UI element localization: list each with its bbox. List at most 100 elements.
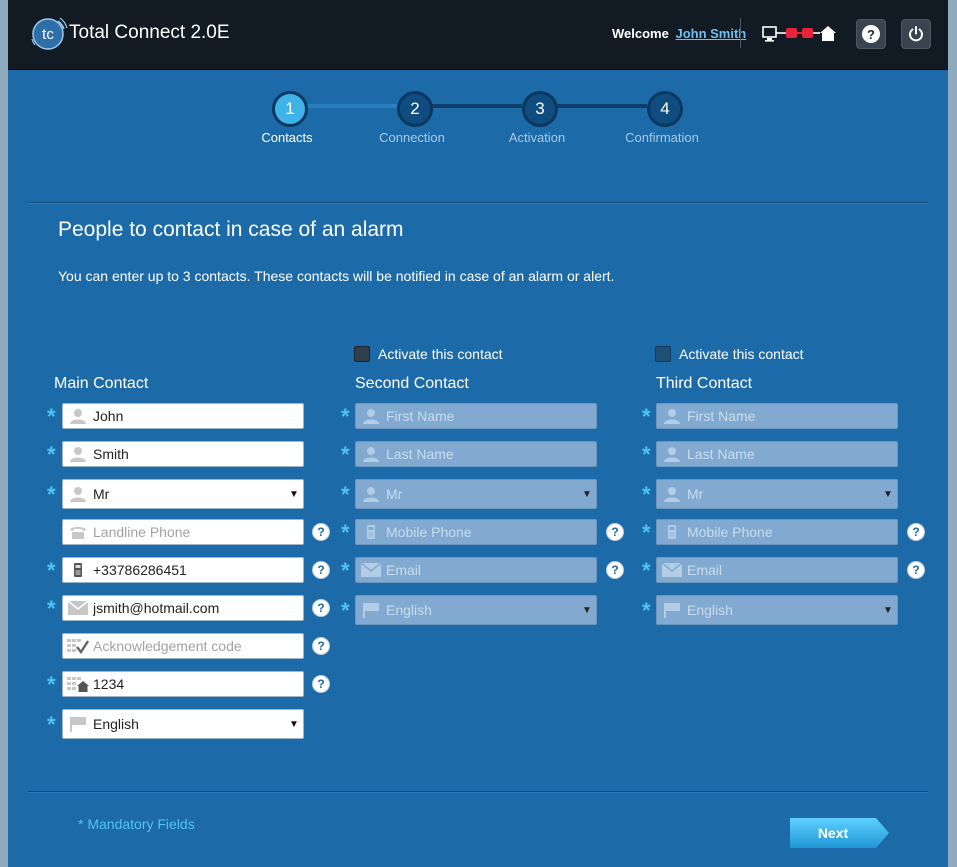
chevron-down-icon: ▼ (582, 604, 592, 616)
step-connector (552, 104, 647, 108)
required-marker: * (341, 442, 350, 467)
page-title: People to contact in case of an alarm (58, 218, 404, 241)
required-marker: * (642, 482, 651, 507)
user-name-link[interactable]: John Smith (675, 26, 746, 41)
email-help-icon[interactable]: ? (312, 599, 330, 617)
second-email-field[interactable]: Email (355, 557, 597, 583)
main-last-name-field[interactable]: Smith (62, 441, 304, 467)
flag-icon (63, 716, 93, 732)
telephone-icon (63, 525, 93, 539)
main-code-field[interactable]: 1234 (62, 671, 304, 697)
required-marker: * (47, 558, 56, 583)
envelope-icon (657, 563, 687, 577)
main-salutation-select[interactable]: Mr ▼ (62, 479, 304, 509)
chevron-down-icon: ▼ (289, 718, 299, 730)
code-help-icon[interactable]: ? (312, 675, 330, 693)
chevron-down-icon: ▼ (289, 488, 299, 500)
second-salutation-value: Mr (386, 486, 403, 502)
step-connector (302, 104, 397, 108)
header-divider (740, 18, 741, 48)
landline-help-icon[interactable]: ? (312, 523, 330, 541)
activate-second-checkbox[interactable] (354, 346, 370, 362)
step-connector (427, 104, 522, 108)
activate-third-contact[interactable]: Activate this contact (655, 346, 804, 362)
required-marker: * (341, 520, 350, 545)
required-marker: * (47, 442, 56, 467)
second-last-name-field[interactable]: Last Name (355, 441, 597, 467)
required-marker: * (47, 672, 56, 697)
person-icon (63, 408, 93, 424)
main-contact-title: Main Contact (54, 375, 149, 392)
step-1-circle: 1 (272, 91, 308, 127)
required-marker: * (642, 404, 651, 429)
main-ack-code-field[interactable]: Acknowledgement code (62, 633, 304, 659)
main-mobile-value: +33786286451 (93, 562, 187, 578)
required-marker: * (341, 482, 350, 507)
third-email-placeholder: Email (687, 562, 723, 578)
required-marker: * (47, 712, 56, 737)
main-landline-field[interactable]: Landline Phone (62, 519, 304, 545)
second-mobile-field[interactable]: Mobile Phone (355, 519, 597, 545)
third-last-name-field[interactable]: Last Name (656, 441, 898, 467)
main-first-name-field[interactable]: John (62, 403, 304, 429)
mobile-phone-icon (356, 525, 386, 539)
main-landline-placeholder: Landline Phone (93, 524, 191, 540)
chevron-down-icon: ▼ (883, 604, 893, 616)
second-email-help-icon[interactable]: ? (606, 561, 624, 579)
second-mobile-help-icon[interactable]: ? (606, 523, 624, 541)
step-2-circle: 2 (397, 91, 433, 127)
third-mobile-field[interactable]: Mobile Phone (656, 519, 898, 545)
person-icon (657, 446, 687, 462)
next-button[interactable]: Next (790, 818, 890, 848)
second-salutation-select[interactable]: Mr ▼ (355, 479, 597, 509)
second-first-name-placeholder: First Name (386, 408, 455, 424)
chevron-down-icon: ▼ (883, 488, 893, 500)
ack-code-help-icon[interactable]: ? (312, 637, 330, 655)
required-marker: * (47, 482, 56, 507)
third-first-name-field[interactable]: First Name (656, 403, 898, 429)
third-email-help-icon[interactable]: ? (907, 561, 925, 579)
keypad-home-icon (63, 676, 93, 692)
mandatory-fields-note: * Mandatory Fields (78, 816, 195, 832)
help-button[interactable]: ? (856, 19, 886, 49)
envelope-icon (63, 601, 93, 615)
third-contact-title: Third Contact (656, 375, 753, 392)
third-language-select[interactable]: English ▼ (656, 595, 898, 625)
third-mobile-help-icon[interactable]: ? (907, 523, 925, 541)
activate-third-checkbox[interactable] (655, 346, 671, 362)
main-last-name-value: Smith (93, 446, 129, 462)
second-email-placeholder: Email (386, 562, 422, 578)
step-4-circle: 4 (647, 91, 683, 127)
required-marker: * (642, 520, 651, 545)
required-marker: * (341, 404, 350, 429)
person-icon (356, 486, 386, 502)
mobile-phone-icon (63, 563, 93, 577)
second-last-name-placeholder: Last Name (386, 446, 454, 462)
main-language-select[interactable]: English ▼ (62, 709, 304, 739)
third-email-field[interactable]: Email (656, 557, 898, 583)
main-email-field[interactable]: jsmith@hotmail.com (62, 595, 304, 621)
envelope-icon (356, 563, 386, 577)
activate-second-contact[interactable]: Activate this contact (354, 346, 503, 362)
mobile-help-icon[interactable]: ? (312, 561, 330, 579)
required-marker: * (642, 598, 651, 623)
required-marker: * (47, 596, 56, 621)
required-marker: * (642, 442, 651, 467)
connection-status-icon[interactable] (762, 22, 837, 44)
person-icon (657, 408, 687, 424)
welcome-label: Welcome (612, 26, 669, 41)
person-icon (63, 446, 93, 462)
step-1-label: Contacts (261, 130, 313, 145)
flag-icon (356, 602, 386, 618)
keypad-check-icon (63, 638, 93, 654)
third-salutation-select[interactable]: Mr ▼ (656, 479, 898, 509)
required-marker: * (341, 558, 350, 583)
third-last-name-placeholder: Last Name (687, 446, 755, 462)
second-first-name-field[interactable]: First Name (355, 403, 597, 429)
second-language-select[interactable]: English ▼ (355, 595, 597, 625)
main-mobile-field[interactable]: +33786286451 (62, 557, 304, 583)
third-mobile-placeholder: Mobile Phone (687, 524, 773, 540)
main-ack-code-placeholder: Acknowledgement code (93, 638, 242, 654)
help-icon: ? (862, 25, 880, 43)
logout-button[interactable] (901, 19, 931, 49)
